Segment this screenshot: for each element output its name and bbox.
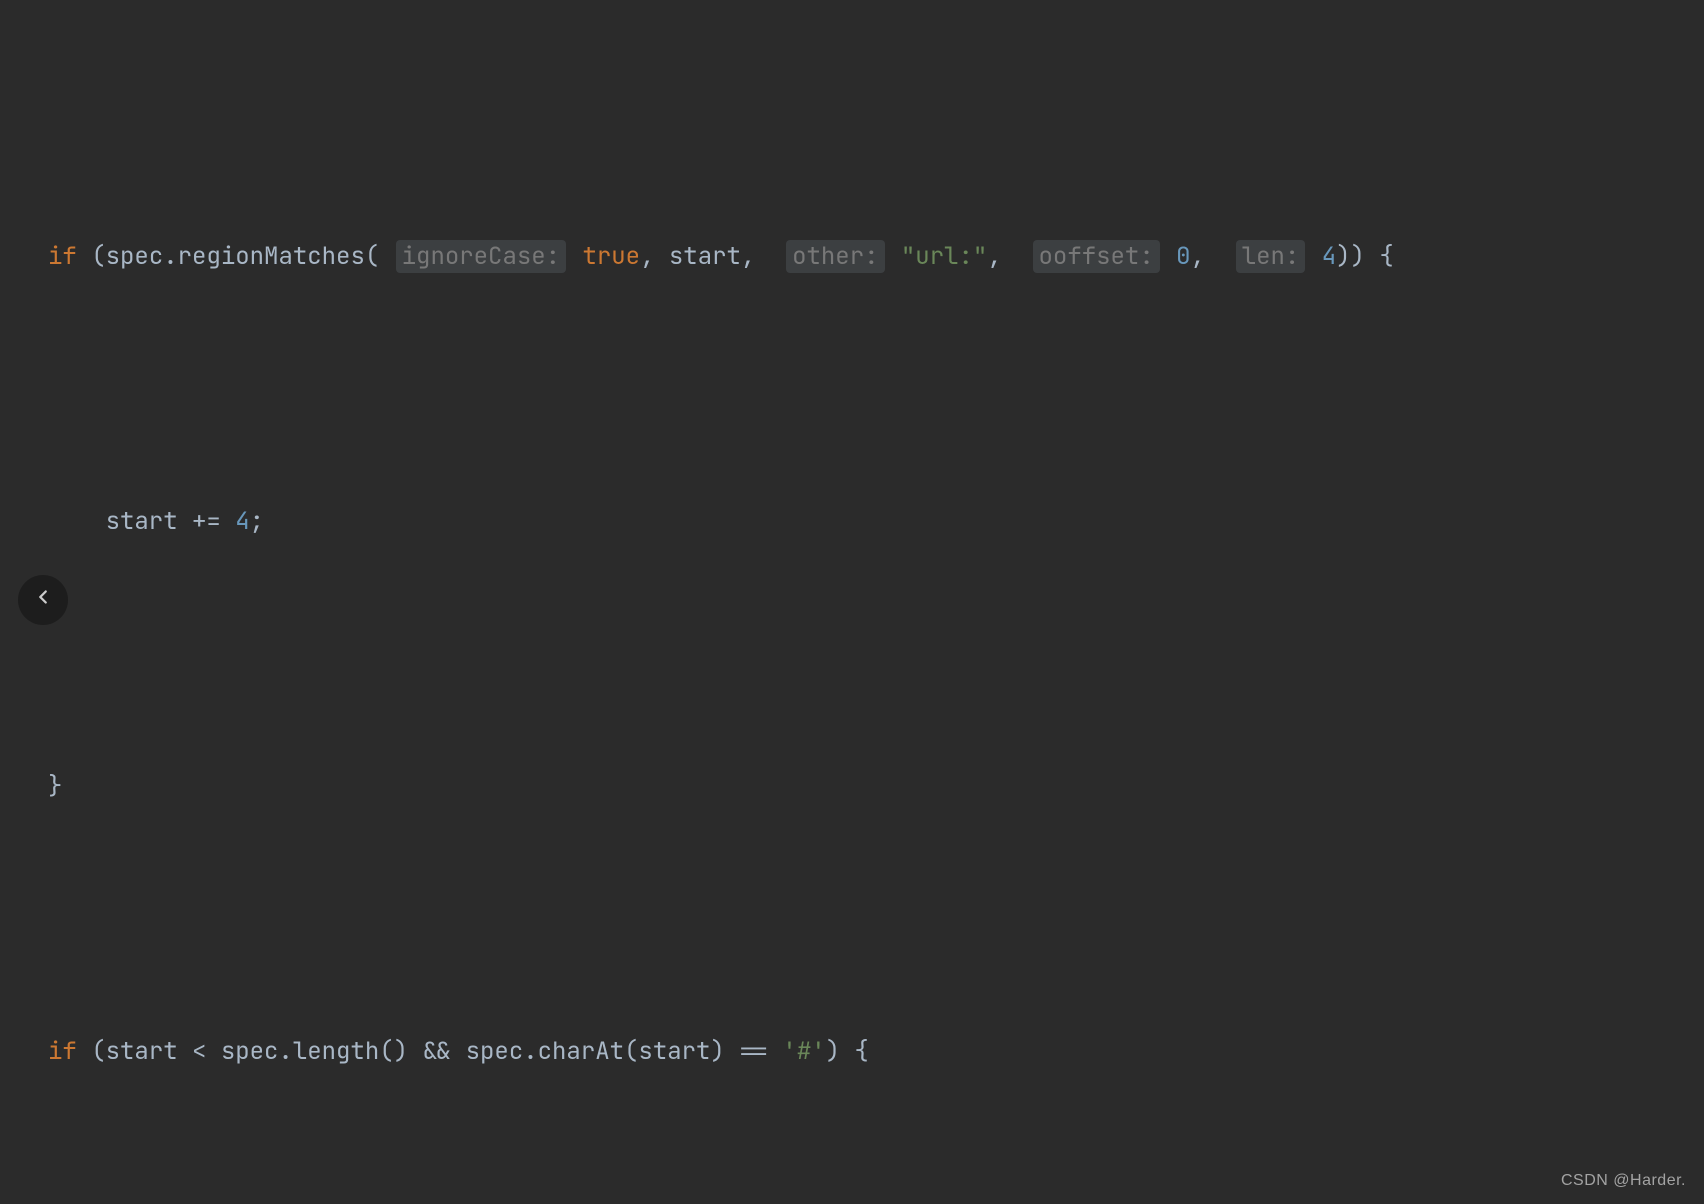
keyword-if: if bbox=[48, 241, 77, 272]
inlay-hint: ooffset: bbox=[1033, 240, 1160, 273]
watermark: CSDN @Harder. bbox=[1561, 1172, 1686, 1190]
inlay-hint: other: bbox=[786, 240, 884, 273]
code-line[interactable]: } bbox=[48, 760, 1684, 813]
code-area[interactable]: if (spec.regionMatches( ignoreCase: true… bbox=[48, 18, 1684, 1204]
inlay-hint: len: bbox=[1236, 240, 1306, 273]
inlay-hint: ignoreCase: bbox=[396, 240, 566, 273]
code-line[interactable]: start += 4; bbox=[48, 495, 1684, 548]
code-line[interactable]: if (spec.regionMatches( ignoreCase: true… bbox=[48, 230, 1684, 283]
code-editor[interactable]: if (spec.regionMatches( ignoreCase: true… bbox=[0, 0, 1704, 1204]
code-line[interactable]: if (start < spec.length() && spec.charAt… bbox=[48, 1025, 1684, 1078]
chevron-left-icon bbox=[32, 585, 54, 616]
back-button[interactable] bbox=[18, 575, 68, 625]
